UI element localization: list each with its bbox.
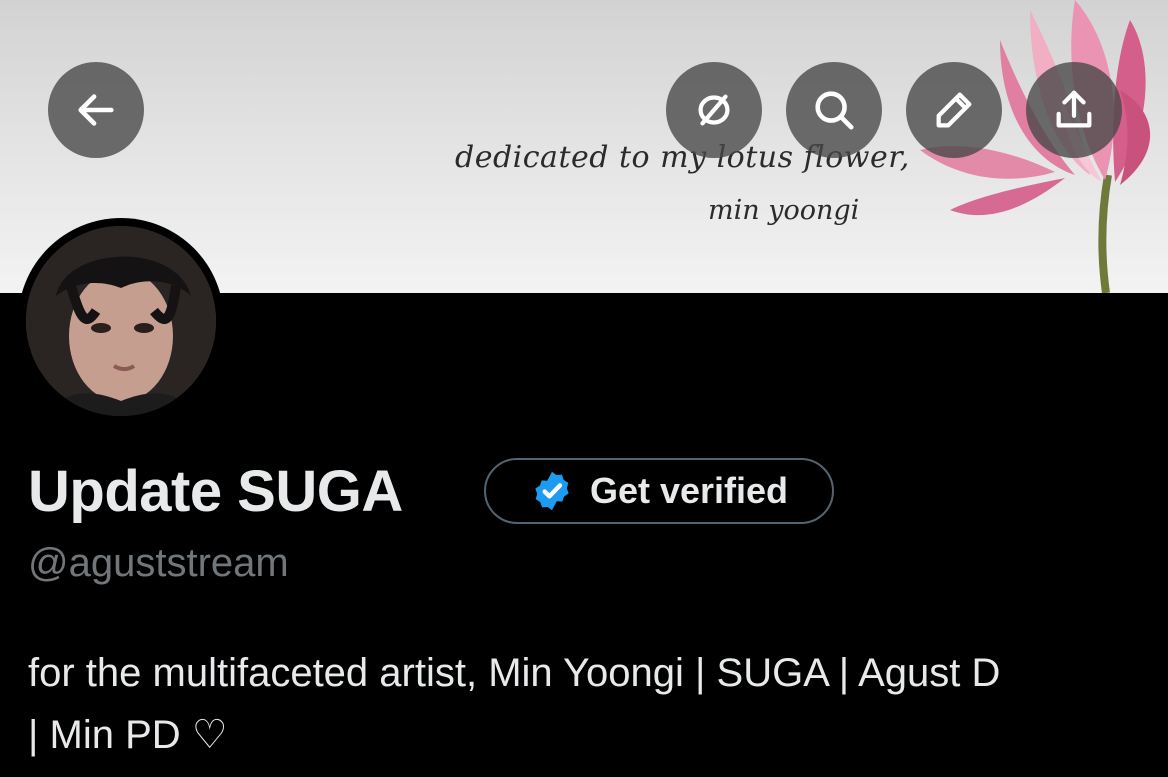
- back-button[interactable]: [48, 62, 144, 158]
- profile-bio: for the multifaceted artist, Min Yoongi …: [28, 642, 1148, 766]
- get-verified-button[interactable]: Get verified: [484, 458, 834, 524]
- search-button[interactable]: [786, 62, 882, 158]
- compass-slash-icon: [698, 94, 730, 126]
- verified-badge-icon: [535, 471, 569, 511]
- explore-button[interactable]: [666, 62, 762, 158]
- get-verified-label: Get verified: [589, 470, 789, 511]
- bio-line: | Min PD ♡: [28, 713, 228, 757]
- profile-display-name: Update SUGA: [28, 459, 403, 524]
- arrow-left-icon: [78, 94, 114, 126]
- share-button[interactable]: [1026, 62, 1122, 158]
- edit-button[interactable]: [906, 62, 1002, 158]
- banner-name-line: min yoongi: [708, 195, 860, 226]
- bio-line: for the multifaceted artist, Min Yoongi …: [28, 651, 1001, 695]
- avatar[interactable]: [18, 218, 224, 424]
- share-icon: [1056, 90, 1092, 128]
- pencil-icon: [936, 92, 972, 128]
- search-icon: [815, 91, 854, 130]
- profile-handle: @aguststream: [28, 541, 289, 585]
- profile-photo: [26, 226, 216, 416]
- profile-photo-illustration: [26, 226, 216, 416]
